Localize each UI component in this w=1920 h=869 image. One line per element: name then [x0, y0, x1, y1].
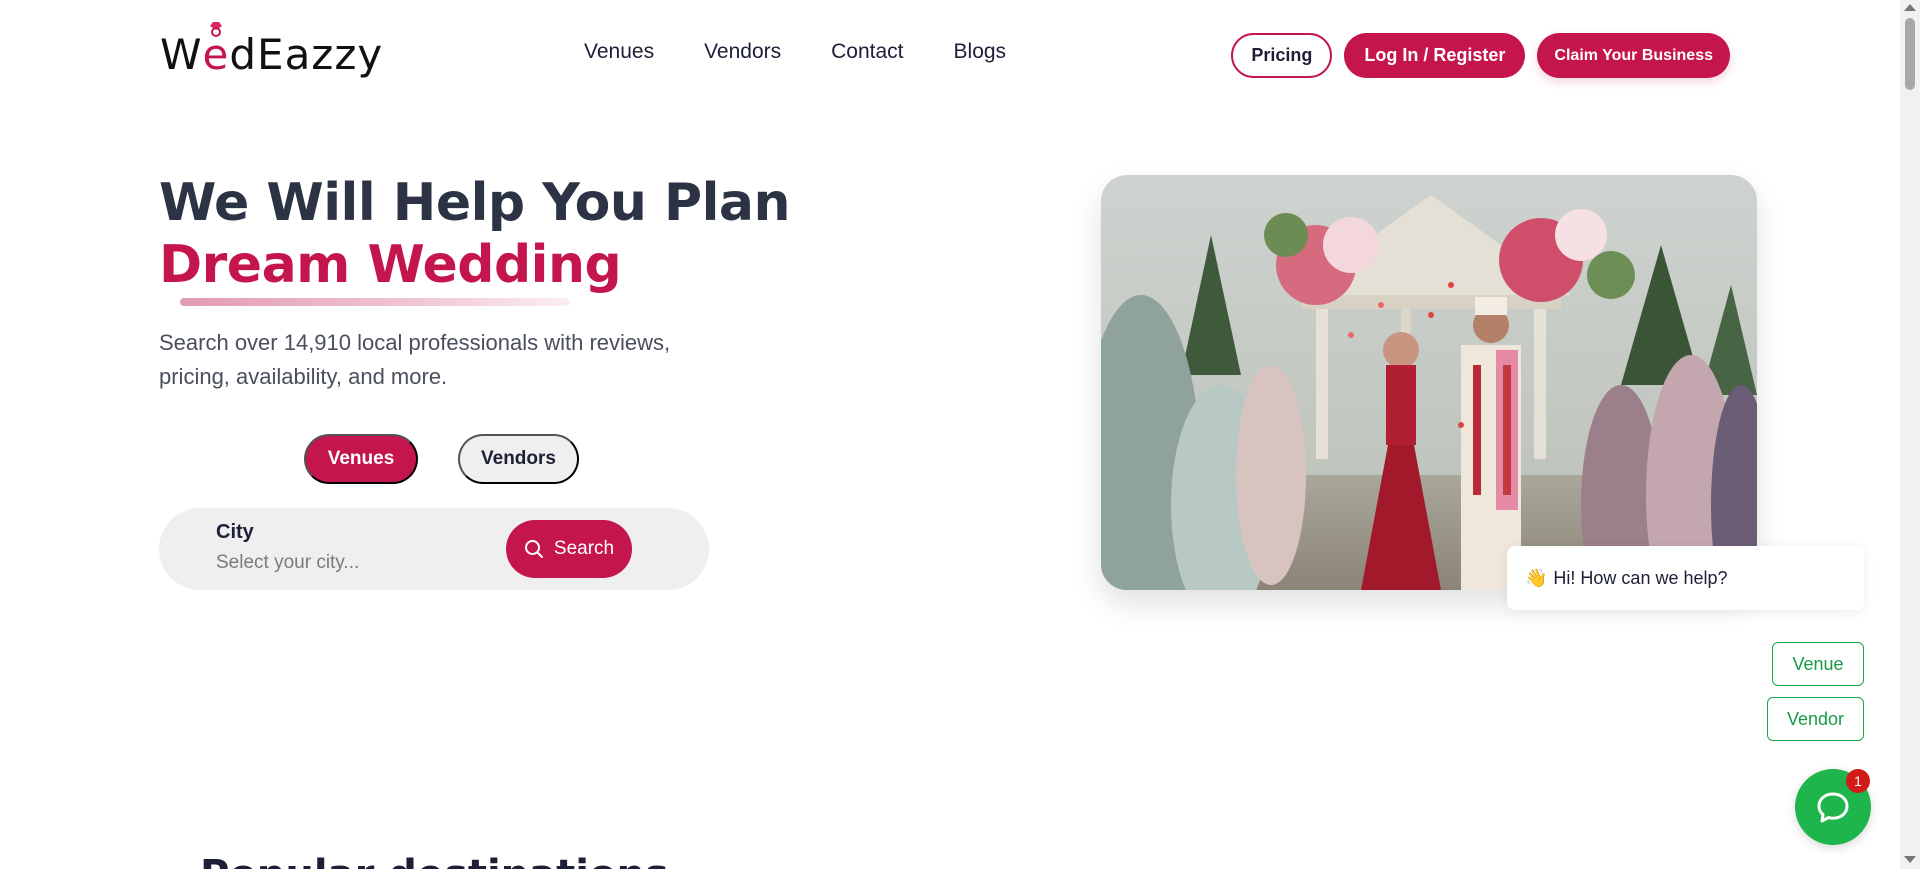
nav-blogs[interactable]: Blogs [954, 40, 1007, 64]
chat-option-vendor[interactable]: Vendor [1767, 697, 1864, 741]
scroll-down-arrow-icon[interactable] [1904, 856, 1916, 863]
chat-greeting-text: Hi! How can we help? [1553, 567, 1728, 588]
pricing-button[interactable]: Pricing [1231, 33, 1333, 78]
title-underline-decoration [180, 298, 570, 306]
scrollbar-thumb[interactable] [1905, 18, 1915, 90]
chat-unread-badge: 1 [1846, 769, 1870, 793]
logo[interactable]: W e dEazzy [160, 22, 384, 79]
hero-title-accent: Dream Wedding [159, 235, 622, 295]
search-button-label: Search [553, 538, 615, 559]
tab-venues[interactable]: Venues [304, 434, 418, 484]
city-input[interactable] [216, 550, 466, 576]
nav-contact[interactable]: Contact [831, 40, 903, 64]
chat-bubble-icon [1817, 792, 1849, 823]
nav-venues[interactable]: Venues [584, 40, 654, 64]
city-field-label: City [216, 521, 254, 543]
wedding-photo-illustration [1101, 175, 1757, 590]
search-button[interactable]: Search [506, 520, 632, 578]
site-header: W e dEazzy Venues Vendors Contact Blogs … [0, 0, 1900, 100]
page-scrollbar[interactable] [1900, 0, 1920, 869]
claim-business-button[interactable]: Claim Your Business [1537, 33, 1730, 78]
tab-vendors[interactable]: Vendors [458, 434, 579, 484]
waving-hand-icon: 👋 [1525, 567, 1548, 588]
section-heading: Popular destinations [200, 852, 669, 869]
scroll-up-arrow-icon[interactable] [1904, 4, 1916, 11]
logo-text-rest: dEazzy [229, 30, 384, 79]
hero-title: We Will Help You Plan Dream Wedding [159, 172, 791, 296]
main-nav: Venues Vendors Contact Blogs [584, 40, 1006, 64]
ring-icon [209, 22, 222, 37]
chat-greeting-bubble: 👋 Hi! How can we help? [1507, 546, 1864, 610]
login-register-button[interactable]: Log In / Register [1344, 33, 1526, 78]
hero-wedding-photo [1101, 175, 1757, 590]
logo-letter-e: e [203, 22, 230, 79]
chat-option-venue[interactable]: Venue [1772, 642, 1864, 686]
search-icon [524, 540, 543, 558]
header-actions: Pricing Log In / Register Claim Your Bus… [1231, 33, 1730, 78]
nav-vendors[interactable]: Vendors [704, 40, 781, 64]
city-search-box: City Search [159, 508, 709, 590]
logo-letter-w: W [160, 30, 203, 79]
hero-title-line1: We Will Help You Plan [159, 173, 791, 233]
page: W e dEazzy Venues Vendors Contact Blogs … [0, 0, 1920, 869]
hero-subtitle: Search over 14,910 local professionals w… [159, 330, 671, 389]
